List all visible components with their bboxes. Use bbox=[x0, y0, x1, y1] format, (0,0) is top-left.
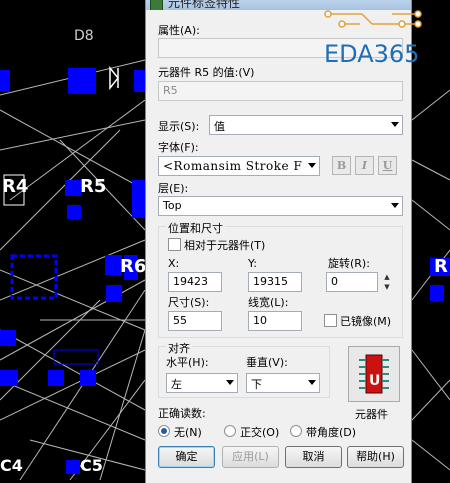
watermark-circuit-graphic bbox=[324, 10, 422, 28]
component-icon: U bbox=[348, 346, 400, 402]
help-button[interactable]: 帮助(H) bbox=[347, 446, 404, 468]
linewidth-label: 线宽(L): bbox=[248, 296, 289, 309]
linewidth-field[interactable]: 10 bbox=[248, 311, 302, 331]
pcb-label-r4[interactable]: R4 bbox=[2, 176, 28, 197]
pcb-label-r-right[interactable]: R bbox=[434, 256, 448, 277]
layer-select[interactable]: Top bbox=[158, 196, 403, 216]
chevron-down-icon bbox=[226, 380, 234, 385]
y-field[interactable]: 19315 bbox=[248, 272, 302, 292]
horizontal-select-value: 左 bbox=[171, 378, 182, 391]
mirror-label: 已镜像(M) bbox=[340, 315, 392, 328]
cancel-button[interactable]: 取消 bbox=[285, 446, 342, 468]
pcb-label-c4[interactable]: C4 bbox=[0, 456, 23, 475]
eda365-watermark: EDA365 bbox=[324, 40, 420, 68]
spin-up-icon[interactable]: ▲ bbox=[380, 272, 394, 282]
ok-button[interactable]: 确定 bbox=[158, 446, 215, 468]
font-select-value: <Romansim Stroke F bbox=[163, 159, 303, 173]
value-field[interactable]: R5 bbox=[158, 81, 403, 101]
app-icon bbox=[150, 0, 163, 10]
radio-orthogonal[interactable] bbox=[224, 425, 236, 437]
y-label: Y: bbox=[248, 257, 257, 270]
horizontal-select[interactable]: 左 bbox=[166, 373, 238, 393]
dialog-title: 元件标签特性 bbox=[168, 0, 241, 10]
component-label-properties-dialog: 元件标签特性 属性(A): 元器件 R5 的值:(V) R5 显示(S): 值 … bbox=[145, 0, 412, 483]
svg-text:U: U bbox=[369, 373, 380, 389]
reading-label: 正确读数: bbox=[158, 407, 206, 420]
font-label: 字体(F): bbox=[158, 141, 199, 154]
italic-button[interactable]: I bbox=[355, 156, 374, 175]
radio-none[interactable] bbox=[158, 425, 170, 437]
chevron-down-icon bbox=[391, 122, 399, 127]
position-size-title: 位置和尺寸 bbox=[166, 220, 225, 236]
rotation-label: 旋转(R): bbox=[328, 257, 370, 270]
chevron-down-icon bbox=[391, 203, 399, 208]
radio-orthogonal-label: 正交(O) bbox=[240, 426, 280, 439]
radio-none-label: 无(N) bbox=[174, 426, 202, 439]
x-field[interactable]: 19423 bbox=[168, 272, 222, 292]
relative-checkbox[interactable] bbox=[168, 238, 181, 251]
mirror-checkbox[interactable] bbox=[324, 314, 337, 327]
radio-angled-label: 带角度(D) bbox=[306, 426, 357, 439]
vertical-label: 垂直(V): bbox=[246, 356, 288, 369]
vertical-select-value: 下 bbox=[251, 378, 262, 391]
rotation-field[interactable]: 0 bbox=[326, 272, 378, 292]
pcb-label-c5[interactable]: C5 bbox=[80, 456, 103, 475]
attribute-label: 属性(A): bbox=[158, 24, 200, 37]
component-label: 元器件 bbox=[355, 408, 388, 421]
chevron-down-icon bbox=[308, 163, 316, 168]
bold-button[interactable]: B bbox=[332, 156, 351, 175]
display-select[interactable]: 值 bbox=[209, 115, 403, 135]
pcb-label-r6[interactable]: R6 bbox=[120, 256, 146, 277]
value-label: 元器件 R5 的值:(V) bbox=[158, 66, 255, 79]
size-label: 尺寸(S): bbox=[168, 296, 210, 309]
pcb-label-d8[interactable]: D8 bbox=[74, 28, 94, 44]
pcb-label-r5[interactable]: R5 bbox=[80, 176, 106, 197]
font-select[interactable]: <Romansim Stroke F bbox=[158, 156, 320, 176]
radio-angled[interactable] bbox=[290, 425, 302, 437]
relative-label: 相对于元器件(T) bbox=[184, 239, 266, 252]
horizontal-label: 水平(H): bbox=[166, 356, 209, 369]
size-field[interactable]: 55 bbox=[168, 311, 222, 331]
vertical-select[interactable]: 下 bbox=[246, 373, 320, 393]
apply-button[interactable]: 应用(L) bbox=[222, 446, 279, 468]
layer-select-value: Top bbox=[163, 199, 182, 212]
x-label: X: bbox=[168, 257, 180, 270]
spin-down-icon[interactable]: ▼ bbox=[380, 282, 394, 292]
component-chip-icon: U bbox=[359, 354, 389, 394]
rotation-spinner[interactable]: ▲ ▼ bbox=[380, 272, 394, 292]
layer-label: 层(E): bbox=[158, 182, 189, 195]
display-label: 显示(S): bbox=[158, 120, 200, 133]
underline-button[interactable]: U bbox=[378, 156, 397, 175]
chevron-down-icon bbox=[308, 380, 316, 385]
display-select-value: 值 bbox=[214, 120, 225, 133]
